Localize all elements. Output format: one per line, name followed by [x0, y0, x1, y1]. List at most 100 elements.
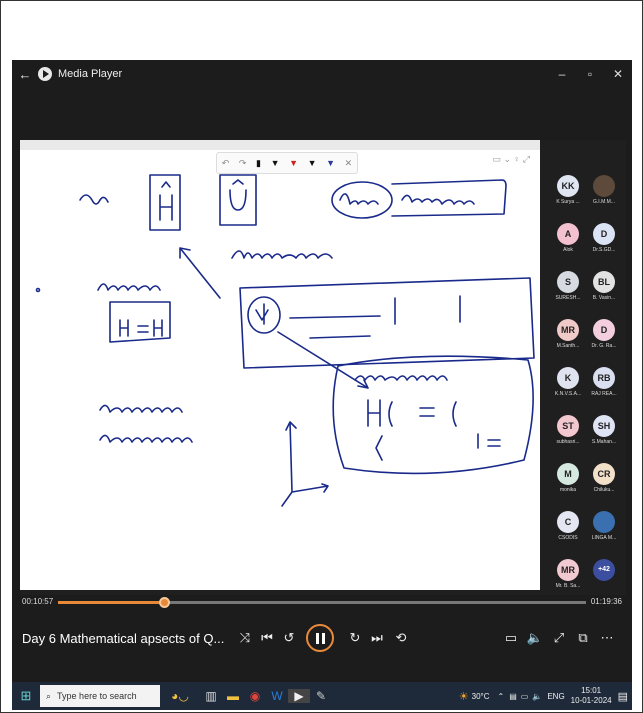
- pen-app-icon[interactable]: ✎: [310, 689, 332, 703]
- avatar: RB: [593, 367, 615, 389]
- clock[interactable]: 15:01 10-01-2024: [571, 686, 612, 706]
- box-evolution: [239, 277, 535, 369]
- fullscreen-icon[interactable]: ⤢: [548, 630, 570, 646]
- file-explorer-icon[interactable]: ▬: [222, 689, 244, 703]
- participant-name: K.N.V.S.A...: [554, 391, 582, 397]
- ellipse-linear: [331, 181, 393, 219]
- maximize-button[interactable]: ▫: [576, 67, 604, 81]
- participant-name: M.Santh...: [556, 343, 580, 349]
- mini-player-icon[interactable]: ⧉: [572, 630, 594, 646]
- participant-tile: D Dr. G. Ra...: [584, 319, 624, 349]
- media-player-taskbar-icon[interactable]: ▶: [288, 689, 310, 703]
- participant-name: Dr.S.GD...: [592, 247, 616, 253]
- participant-name: Alok: [563, 247, 573, 253]
- minimize-button[interactable]: –: [548, 67, 576, 81]
- shuffle-icon[interactable]: ⤨: [234, 630, 256, 646]
- participant-tile: K K.N.V.S.A...: [548, 367, 588, 397]
- word-icon[interactable]: W: [266, 689, 288, 703]
- weather-icon: ☀: [458, 690, 469, 703]
- participant-tile: M monika: [548, 463, 588, 493]
- avatar: D: [593, 319, 615, 341]
- avatar: C: [557, 511, 579, 533]
- participant-name: LINGA M...: [591, 535, 617, 541]
- box-u: [219, 174, 257, 226]
- operator-h-hat: [159, 181, 173, 221]
- media-player-icon: [38, 67, 52, 81]
- back-button[interactable]: ←: [12, 67, 38, 82]
- word-vector-space: [401, 194, 475, 205]
- word-hermitian: [97, 283, 161, 291]
- search-highlight-icon[interactable]: ◕◡: [160, 689, 200, 703]
- chrome-icon[interactable]: ◉: [244, 689, 266, 703]
- participant-tile: D Dr.S.GD...: [584, 223, 624, 253]
- skip-back-10-icon[interactable]: ↺: [278, 630, 300, 646]
- more-options-icon[interactable]: ⋯: [596, 630, 618, 646]
- participant-tile: CR Chiluku...: [584, 463, 624, 493]
- avatar: SH: [593, 415, 615, 437]
- repeat-off-icon[interactable]: ⟲: [390, 630, 412, 646]
- seek-bar[interactable]: [58, 597, 586, 608]
- system-tray: ☀ 30°C ⌃ ▤ ▭ 🔈 ENG 15:01 10-01-2024 ▤: [459, 682, 628, 710]
- speaker-icon[interactable]: 🔈: [532, 692, 542, 701]
- seek-bar-played: [58, 601, 164, 604]
- next-icon[interactable]: ⏭: [366, 630, 388, 646]
- more-participants: +42: [584, 559, 624, 581]
- task-view-icon[interactable]: ▥: [200, 689, 222, 703]
- ket-psi-t: [394, 295, 461, 325]
- video-frame[interactable]: ↶ ↷ ▮ ▼ ▼ ▼ ▼ ✕ ▭ ⌄ ♀ ⤢ KK K Surya ... G…: [20, 140, 626, 595]
- skip-forward-30-icon[interactable]: ↻: [344, 630, 366, 646]
- avatar: +42: [593, 559, 615, 581]
- word-eigenvalue: [354, 375, 448, 381]
- lines-evolution: [289, 315, 381, 339]
- cloud-eigenvalue-eq: [332, 355, 534, 475]
- participant-name: B. Vasin...: [592, 295, 616, 301]
- language-indicator[interactable]: ENG: [547, 692, 564, 701]
- network-icon[interactable]: ▤: [509, 692, 517, 701]
- participant-tile: BL B. Vasin...: [584, 271, 624, 301]
- tray-chevron-icon[interactable]: ⌃: [498, 692, 505, 701]
- weather-temp[interactable]: 30°C: [472, 692, 490, 701]
- equation-probability: [375, 433, 501, 461]
- windows-start-icon[interactable]: ⊞: [12, 688, 40, 704]
- subtitles-icon[interactable]: ▭: [500, 630, 522, 646]
- avatar: A: [557, 223, 579, 245]
- participant-tile: C CSODIS: [548, 511, 588, 541]
- participant-name: S.Mahan...: [591, 439, 617, 445]
- clock-date: 10-01-2024: [570, 696, 612, 705]
- word-unitary-evolution: [231, 250, 333, 259]
- participant-name: Mr. B. Sa...: [555, 583, 581, 589]
- close-button[interactable]: ✕: [604, 67, 632, 81]
- seek-thumb[interactable]: [158, 597, 170, 608]
- avatar: D: [593, 223, 615, 245]
- participant-tile: RB RAJ REA...: [584, 367, 624, 397]
- participant-name: RAJ REA...: [591, 391, 617, 397]
- avatar: MR: [557, 559, 579, 581]
- taskbar-search[interactable]: ⌕ Type here to search: [40, 685, 160, 707]
- title-bar: ← Media Player – ▫ ✕: [12, 60, 632, 88]
- participant-tile: MR M.Santh...: [548, 319, 588, 349]
- previous-icon[interactable]: ⏮: [256, 630, 278, 646]
- avatar: ST: [557, 415, 579, 437]
- participant-tile: ST subhasri...: [548, 415, 588, 445]
- participant-gallery: KK K Surya ... G.I.M.M... A Alok D Dr.S.…: [548, 160, 626, 590]
- display-icon[interactable]: ▭: [521, 692, 529, 701]
- participant-name: G.I.M.M...: [593, 199, 615, 205]
- symbol-psi0: [255, 303, 269, 325]
- ink-dot: [35, 287, 41, 293]
- total-time: 01:19:36: [590, 597, 622, 606]
- windows-taskbar: ⊞ ⌕ Type here to search ◕◡ ▥ ▬ ◉ W ▶ ✎ ☀…: [12, 682, 632, 710]
- participant-name: SURESH...: [555, 295, 581, 301]
- avatar: [593, 511, 615, 533]
- volume-icon[interactable]: 🔈: [524, 630, 546, 646]
- participant-name: Dr. G. Ra...: [591, 343, 617, 349]
- word-linear: [339, 193, 379, 205]
- word-orthogonal-eigenstates: [99, 434, 193, 443]
- avatar: M: [557, 463, 579, 485]
- word-an: [79, 194, 109, 205]
- participant-name: subhasri...: [556, 439, 580, 445]
- pause-button[interactable]: [306, 624, 334, 652]
- media-title: Day 6 Mathematical apsects of Q...: [22, 631, 225, 646]
- clock-time: 15:01: [581, 686, 602, 695]
- word-real-eigenvalues: [99, 404, 183, 413]
- notifications-icon[interactable]: ▤: [618, 690, 628, 703]
